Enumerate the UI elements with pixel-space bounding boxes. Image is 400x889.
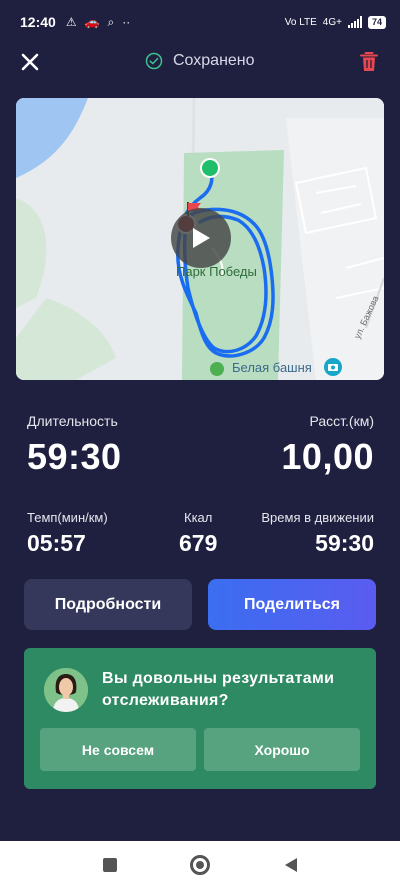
moving-time-value: 59:30 [315,530,374,556]
play-icon [193,228,210,248]
feedback-good-button[interactable]: Хорошо [204,728,360,771]
avatar-person-icon [44,668,88,712]
recent-apps-button[interactable] [103,858,117,872]
play-route-button[interactable] [171,208,231,268]
status-notification-icons: ⚠ 🚗 ⌕ ·· [66,15,130,30]
check-circle-icon [145,52,163,70]
volte-indicator: Vo LTE [284,16,317,28]
park-marker-icon [210,362,224,376]
route-map[interactable]: Парк Победы Белая башня ул. Бажова [16,98,384,380]
details-button[interactable]: Подробности [24,579,192,630]
signal-icon [347,16,362,28]
pace-value: 05:57 [27,530,86,556]
close-icon [21,53,39,71]
close-button[interactable] [18,50,42,74]
distance-label: Расст.(км) [309,413,374,429]
battery-icon: 74 [367,15,386,29]
feedback-not-really-button[interactable]: Не совсем [40,728,196,771]
camera-icon [324,358,342,376]
status-right: Vo LTE 4G+ 74 [284,15,386,29]
delete-button[interactable] [358,50,380,74]
warning-icon: ⚠ [65,15,77,29]
start-marker-icon [200,158,220,178]
map-park-label: Парк Победы [176,264,257,279]
map-tower-label: Белая башня [232,360,312,375]
top-bar: Сохранено [0,44,400,84]
saved-status: Сохранено [145,52,255,70]
feedback-question: Вы довольны результатами отслеживания? [102,670,335,709]
trash-icon [360,52,378,71]
distance-value: 10,00 [281,436,374,477]
moving-time-label: Время в движении [261,510,374,525]
status-bar: 12:40 ⚠ 🚗 ⌕ ·· Vo LTE 4G+ 74 [0,0,400,44]
status-time: 12:40 [20,14,56,30]
kcal-label: Ккал [184,510,213,525]
pace-label: Темп(мин/км) [27,510,108,525]
back-icon[interactable] [284,857,298,873]
avatar [44,668,88,712]
feedback-card: Вы довольны результатами отслеживания? Н… [24,648,376,789]
system-nav-bar [0,841,400,889]
share-button[interactable]: Поделиться [208,579,376,630]
duration-value: 59:30 [27,436,122,477]
car-icon: 🚗 [84,15,100,29]
duration-label: Длительность [27,413,118,429]
saved-text: Сохранено [173,52,255,69]
more-dots-icon: ·· [122,15,131,29]
home-button[interactable] [190,855,210,875]
search-icon: ⌕ [107,14,115,29]
network-indicator: 4G+ [322,16,342,28]
kcal-value: 679 [179,530,218,556]
